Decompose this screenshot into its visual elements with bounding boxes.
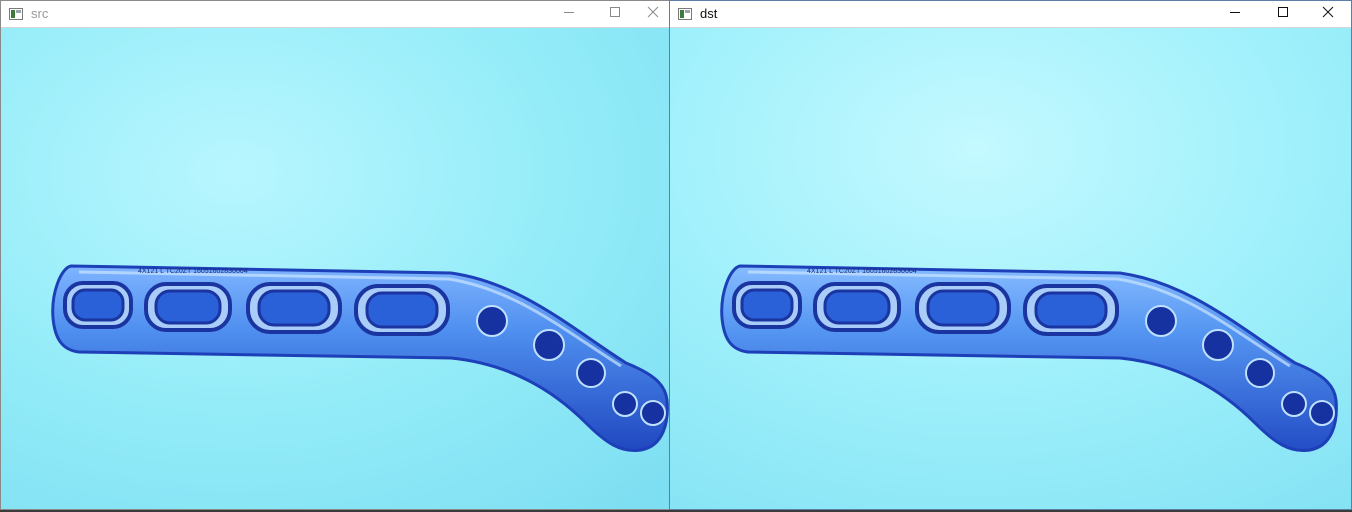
engraving-text: 4X121 L TC20ZT 16051602830004 [138, 268, 248, 275]
src-titlebar[interactable]: src [1, 1, 669, 28]
app-window-icon [8, 6, 24, 22]
minimize-button[interactable] [1212, 1, 1258, 27]
dst-window: dst 4X121 L TC20ZT 16051602830004 [669, 0, 1352, 510]
maximize-button[interactable] [1260, 1, 1306, 27]
dst-titlebar[interactable]: dst [670, 1, 1351, 28]
maximize-button[interactable] [592, 1, 638, 27]
engraving-text: 4X121 L TC20ZT 16051602830004 [807, 268, 917, 275]
window-title: dst [700, 6, 718, 21]
minimize-icon [563, 5, 575, 23]
close-icon [1322, 5, 1334, 23]
close-button[interactable] [1305, 1, 1351, 27]
minimize-icon [1229, 5, 1241, 23]
close-button[interactable] [636, 1, 670, 27]
close-icon [647, 5, 659, 23]
app-window-icon [677, 6, 693, 22]
minimize-button[interactable] [546, 1, 592, 27]
window-title: src [31, 6, 49, 21]
dst-image: 4X121 L TC20ZT 16051602830004 [670, 28, 1351, 509]
maximize-icon [1277, 5, 1289, 23]
src-window: src 4X121 L TC20ZT 16051602830004 [0, 0, 670, 510]
src-image: 4X121 L TC20ZT 16051602830004 [1, 28, 669, 509]
maximize-icon [609, 5, 621, 23]
